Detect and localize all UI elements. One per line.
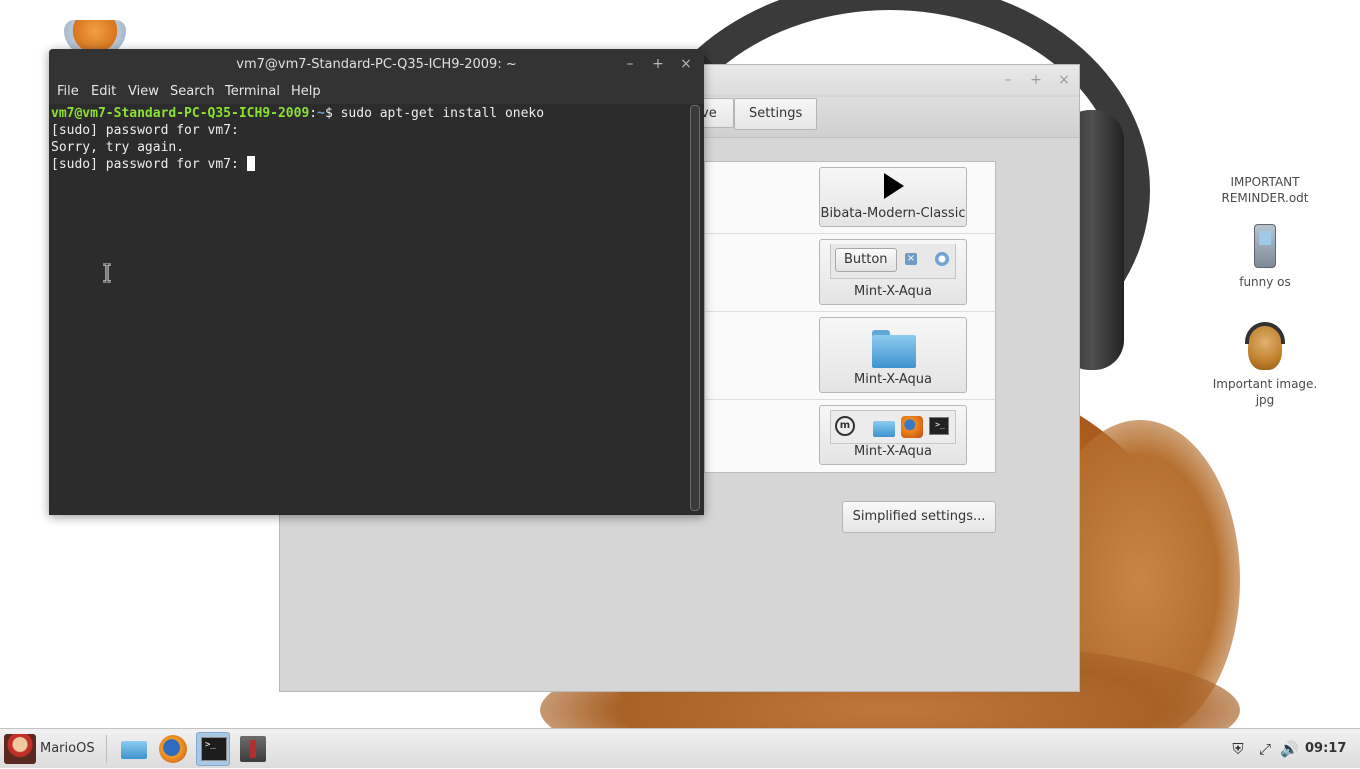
start-menu-button[interactable]: MarioOS [2,732,102,766]
maximize-icon[interactable]: + [1026,70,1046,90]
volume-icon[interactable]: 🔊 [1280,740,1299,758]
close-icon[interactable]: × [1054,70,1074,90]
command-line: vm7@vm7-Standard-PC-Q35-ICH9-2009:~$ sud… [51,105,687,122]
tab-settings[interactable]: Settings [734,98,818,130]
terminal-window[interactable]: vm7@vm7-Standard-PC-Q35-ICH9-2009: ~ – +… [49,49,704,515]
minimize-icon[interactable]: – [621,55,639,73]
desktop-icon-label: jpg [1255,393,1275,407]
firefox-icon [159,735,187,763]
taskbar-files[interactable] [116,732,150,766]
password-prompt-line: [sudo] password for vm7: [51,156,687,173]
desktop-icon-label: IMPORTANT [1230,175,1300,189]
output-line: [sudo] password for vm7: [51,123,239,138]
desktop-icon-label: REMINDER.odt [1221,191,1309,205]
theme-name: Mint-X-Aqua [854,372,932,387]
minimize-icon[interactable]: – [998,70,1018,90]
network-icon[interactable]: ⤢ [1256,740,1274,758]
theme-name: Mint-X-Aqua [854,444,932,459]
taskbar: MarioOS >_ ⛨ ⤢ 🔊 09:17 [0,728,1360,768]
menu-file[interactable]: File [57,83,79,101]
prompt-separator: : [309,106,318,121]
desktop-icon-important-image[interactable]: Important image. jpg [1205,322,1325,408]
clock[interactable]: 09:17 [1305,729,1346,769]
prompt-path: ~ [317,106,325,121]
divider [705,233,995,234]
menu-terminal[interactable]: Terminal [225,83,280,101]
desktop-icon-important-reminder[interactable]: IMPORTANT REMINDER.odt [1205,174,1325,206]
simplified-settings-button[interactable]: Simplified settings... [842,501,996,533]
menu-view[interactable]: View [128,83,159,101]
icons-theme-button[interactable]: Mint-X-Aqua [819,317,967,393]
prompt-symbol: $ [324,106,341,121]
divider [106,735,107,763]
output-line-text: [sudo] password for vm7: [51,157,247,172]
terminal-icon: >_ [929,417,949,435]
mint-logo-icon: m [835,416,855,436]
folder-icon [872,330,916,368]
menu-help[interactable]: Help [291,83,321,101]
divider [705,311,995,312]
terminal-scrollbar[interactable] [690,105,700,511]
start-menu-label: MarioOS [40,741,95,756]
shield-icon[interactable]: ⛨ [1229,740,1247,758]
prompt-user: vm7@vm7-Standard-PC-Q35-ICH9-2009 [51,106,310,121]
radio-icon [935,252,949,266]
phone-icon [1254,224,1276,268]
text-cursor [246,156,255,171]
terminal-output[interactable]: vm7@vm7-Standard-PC-Q35-ICH9-2009:~$ sud… [49,104,689,515]
taskbar-terminal[interactable]: >_ [196,732,230,766]
desktop-icon-funny-os[interactable]: funny os [1205,224,1325,290]
desktop-icon-label: Important image. [1212,377,1318,391]
taskbar-firefox[interactable] [156,732,190,766]
mouse-cursor-icon [884,173,904,199]
menu-search[interactable]: Search [170,83,215,101]
menu-edit[interactable]: Edit [91,83,116,101]
mario-avatar-icon [4,734,36,764]
preview-button: Button [835,248,897,272]
themes-list-panel: Bibata-Modern-Classic Button × Mint-X-Aq… [704,161,996,473]
close-icon[interactable]: × [677,55,695,73]
folder-icon [873,421,895,437]
theme-name: Mint-X-Aqua [854,284,932,299]
firefox-icon [901,416,923,438]
divider [705,399,995,400]
desktop-icon-label: funny os [1239,275,1291,289]
maximize-icon[interactable]: + [649,55,667,73]
window-border-preview: Button × [830,244,956,279]
theme-name: Bibata-Modern-Classic [820,206,966,221]
window-borders-theme-button[interactable]: Button × Mint-X-Aqua [819,239,967,305]
terminal-menubar: File Edit View Search Terminal Help [49,80,704,104]
close-icon: × [905,253,917,265]
output-line: Sorry, try again. [51,140,185,155]
folder-icon [121,741,147,759]
terminal-icon: >_ [201,737,227,761]
dog-image-icon [1245,322,1285,370]
command-text: sudo apt-get install oneko [340,106,545,121]
ibeam-cursor-icon [103,263,111,283]
controls-theme-button[interactable]: m >_ Mint-X-Aqua [819,405,967,465]
mint-icon [240,736,266,762]
taskbar-mint-update[interactable] [236,732,270,766]
terminal-titlebar[interactable]: vm7@vm7-Standard-PC-Q35-ICH9-2009: ~ – +… [49,49,704,80]
controls-preview: m >_ [830,410,956,444]
window-title: vm7@vm7-Standard-PC-Q35-ICH9-2009: ~ [236,57,517,72]
